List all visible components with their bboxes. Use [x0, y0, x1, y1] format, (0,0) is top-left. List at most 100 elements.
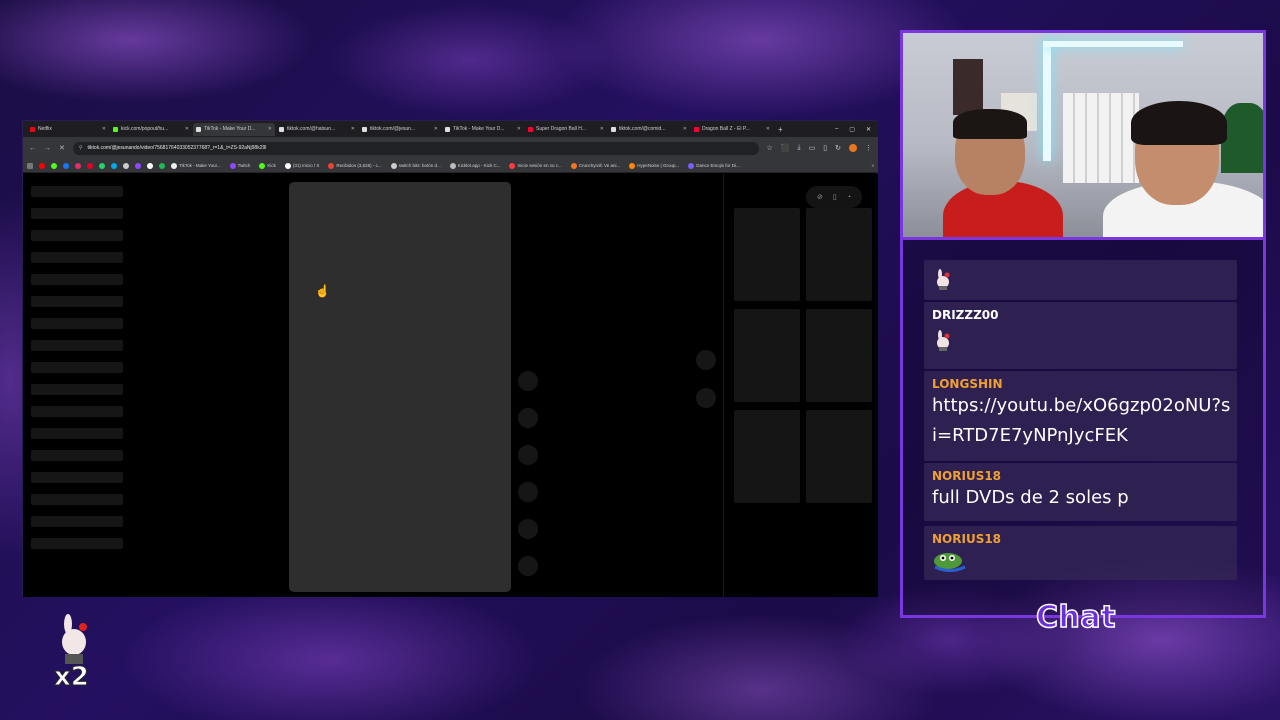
download-icon[interactable]: ⤓ — [798, 144, 801, 152]
related-video-card[interactable] — [734, 309, 800, 402]
url-input[interactable]: ⚲ tiktok.com/@jesunando/video/7568176403… — [72, 141, 759, 155]
bookmark-item[interactable]: Recibidos (3,628) - c... — [328, 162, 382, 169]
browser-tab[interactable]: Netflix ✕ — [27, 123, 109, 136]
bookmark-item[interactable]: (31) Inicio / X — [284, 162, 319, 169]
bookmark-label: Crunchyroll: Ve ani... — [578, 163, 621, 168]
related-video-card[interactable] — [734, 208, 800, 301]
browser-tab[interactable]: kick.com/popout/hu... ✕ — [110, 123, 192, 136]
action-button-skeleton[interactable] — [518, 482, 538, 502]
hand-cursor-icon: ☝ — [315, 284, 330, 298]
profile-avatar[interactable] — [849, 144, 857, 152]
bookmark-favicon-icon[interactable] — [99, 162, 105, 169]
menu-kebab-icon[interactable]: ⋮ — [865, 144, 872, 152]
browser-tab[interactable]: TikTok - Make Your D... ✕ — [442, 123, 524, 136]
chat-text[interactable]: https://youtu.be/xO6gzp02oNU?si=RTD7E7yN… — [932, 391, 1232, 451]
bunny-mascot-icon — [62, 614, 87, 664]
pepe-frog-emote-icon — [934, 553, 966, 572]
tab-close-icon[interactable]: ✕ — [600, 126, 604, 132]
tab-close-icon[interactable]: ✕ — [185, 126, 189, 132]
nav-item-skeleton — [31, 538, 123, 549]
tab-label: kick.com/popout/hu... — [121, 126, 169, 132]
browser-tab[interactable]: Super Dragon Ball H... ✕ — [525, 123, 607, 136]
reload-icon[interactable]: ✕ — [59, 144, 65, 152]
url-text: tiktok.com/@jesunando/video/756817640330… — [87, 145, 267, 151]
bookmark-item[interactable]: Crunchyroll: Ve ani... — [570, 162, 621, 169]
browser-tab[interactable]: TikTok - Make Your D... ✕ — [193, 122, 275, 136]
browser-tab[interactable]: tiktok.com/@hatsun... ✕ — [276, 123, 358, 136]
nav-item-skeleton — [31, 340, 123, 351]
maximize-button[interactable]: ▢ — [849, 126, 855, 133]
bookmark-item[interactable]: Dance Emojis for Di... — [688, 162, 740, 169]
bookmark-favicon-icon[interactable] — [135, 162, 141, 169]
new-tab-button[interactable]: + — [778, 125, 783, 134]
related-video-card[interactable] — [806, 410, 872, 503]
bookmark-icon — [629, 162, 636, 169]
bookmark-label: Recibidos (3,628) - c... — [336, 163, 382, 168]
bookmark-item[interactable]: Twitch — [229, 162, 250, 169]
chat-panel: DRIZZZ00 LONGSHIN https://youtu.be/xO6gz… — [900, 240, 1266, 618]
bookmark-item[interactable]: HypeNoise | Group... — [629, 162, 679, 169]
bookmark-item[interactable]: Kick — [259, 162, 276, 169]
tab-close-icon[interactable]: ✕ — [766, 126, 770, 132]
tab-close-icon[interactable]: ✕ — [102, 126, 106, 132]
related-video-card[interactable] — [806, 208, 872, 301]
split-view-icon[interactable]: ▭ — [809, 144, 816, 152]
close-window-button[interactable]: ✕ — [866, 126, 871, 133]
site-info-icon[interactable]: ⚲ — [79, 145, 83, 151]
action-button-skeleton[interactable] — [518, 556, 538, 576]
video-player-skeleton[interactable] — [289, 182, 511, 592]
tab-favicon-icon — [279, 126, 284, 132]
bookmarks-overflow-icon[interactable]: » — [871, 163, 874, 168]
bunny-emote-icon — [937, 330, 950, 351]
browser-tab[interactable]: tiktok.com/@jesun... ✕ — [359, 123, 441, 136]
bookmark-star-icon[interactable]: ☆ — [767, 144, 773, 152]
bookmark-favicon-icon[interactable] — [87, 162, 93, 169]
device-icon[interactable]: ▯ — [833, 193, 837, 201]
bookmark-favicon-icon[interactable] — [159, 162, 165, 169]
nav-item-skeleton — [31, 318, 123, 329]
bookmark-favicon-icon[interactable] — [111, 162, 117, 169]
profile-icon[interactable]: ◔ — [847, 194, 851, 201]
nav-item-skeleton — [31, 472, 123, 483]
bunny-emote-icon — [937, 269, 950, 290]
action-button-skeleton[interactable] — [518, 371, 538, 391]
chat-message: LONGSHIN https://youtu.be/xO6gzp02oNU?si… — [924, 371, 1237, 461]
bookmark-item[interactable]: Inicie sesión en su c... — [509, 162, 562, 169]
minimize-button[interactable]: – — [835, 126, 838, 133]
back-arrow-icon[interactable]: ← — [29, 145, 36, 152]
tab-close-icon[interactable]: ✕ — [517, 126, 521, 132]
tab-close-icon[interactable]: ✕ — [683, 126, 687, 132]
streamer-left-hair — [953, 109, 1027, 139]
bookmark-favicon-icon[interactable] — [75, 162, 81, 169]
bookmark-favicon-icon[interactable] — [147, 162, 153, 169]
action-button-skeleton[interactable] — [518, 408, 538, 428]
bookmark-item[interactable]: TikTok - Make Your... — [171, 162, 221, 169]
bookmarks-bar: TikTok - Make Your... Twitch Kick (31) Inic… — [23, 159, 878, 173]
forward-arrow-icon[interactable]: → — [44, 145, 51, 152]
tab-favicon-icon — [611, 126, 616, 132]
browser-tab[interactable]: Dragon Ball Z - El P... ✕ — [691, 123, 773, 136]
tab-favicon-icon — [30, 126, 35, 132]
action-button-skeleton[interactable] — [518, 519, 538, 539]
tab-label: tiktok.com/@jesun... — [370, 126, 416, 132]
tab-close-icon[interactable]: ✕ — [351, 126, 355, 132]
prev-video-button[interactable] — [696, 350, 716, 370]
related-video-card[interactable] — [734, 410, 800, 503]
tab-close-icon[interactable]: ✕ — [268, 126, 272, 132]
apps-grid-icon[interactable] — [27, 162, 33, 169]
block-icon[interactable]: ⊘ — [817, 193, 823, 201]
related-video-card[interactable] — [806, 309, 872, 402]
bookmark-favicon-icon[interactable] — [123, 162, 129, 169]
sync-icon[interactable]: ↻ — [835, 144, 841, 152]
bookmark-item[interactable]: Kicklet.app - Kick C... — [449, 162, 500, 169]
extension-icon[interactable]: ⬛ — [781, 144, 790, 152]
action-button-skeleton[interactable] — [518, 445, 538, 465]
next-video-button[interactable] — [696, 388, 716, 408]
sidebar-icon[interactable]: ▯ — [823, 144, 827, 152]
bookmark-item[interactable]: switch bits: botón d... — [390, 162, 441, 169]
bookmark-favicon-icon[interactable] — [63, 162, 69, 169]
browser-tab[interactable]: tiktok.com/@comid... ✕ — [608, 123, 690, 136]
bookmark-favicon-icon[interactable] — [51, 162, 57, 169]
tab-close-icon[interactable]: ✕ — [434, 126, 438, 132]
bookmark-favicon-icon[interactable] — [39, 162, 45, 169]
